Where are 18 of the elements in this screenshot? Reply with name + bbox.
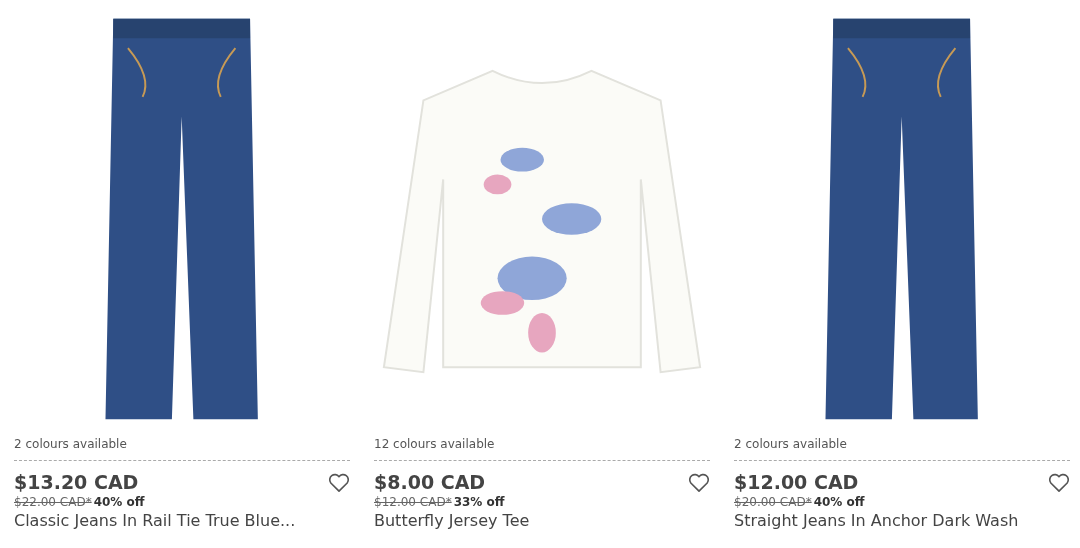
discount: 40% off: [93, 495, 145, 509]
colour-count: 12 colours available: [374, 437, 710, 461]
product-name[interactable]: Straight Jeans In Anchor Dark Wash: [734, 511, 1070, 530]
product-name[interactable]: Classic Jeans In Rail Tie True Blue...: [14, 511, 350, 530]
colour-count: 2 colours available: [14, 437, 350, 461]
product-name[interactable]: Butterfly Jersey Tee: [374, 511, 710, 530]
discount: 40% off: [813, 495, 865, 509]
discount: 33% off: [453, 495, 505, 509]
price: $13.20 CAD: [14, 471, 139, 493]
price: $12.00 CAD: [734, 471, 859, 493]
original-price: $20.00 CAD*: [734, 495, 812, 509]
heart-icon[interactable]: [328, 473, 350, 493]
price: $8.00 CAD: [374, 471, 486, 493]
original-price: $22.00 CAD*: [14, 495, 92, 509]
heart-icon[interactable]: [1048, 473, 1070, 493]
colour-count: 2 colours available: [734, 437, 1070, 461]
original-price: $12.00 CAD*: [374, 495, 452, 509]
heart-icon[interactable]: [688, 473, 710, 493]
